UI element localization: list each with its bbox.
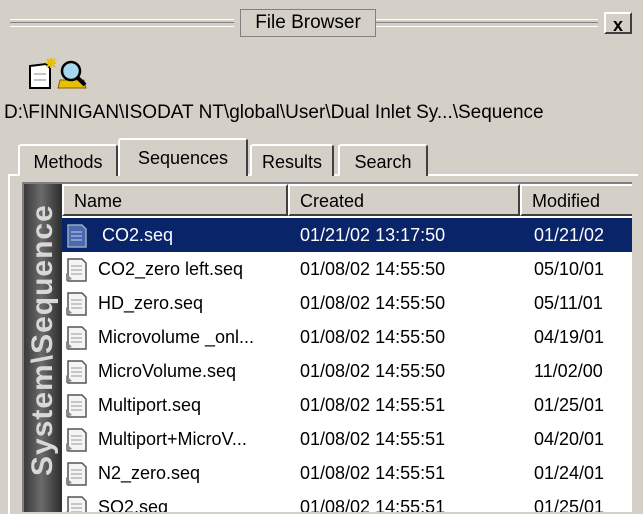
table-row[interactable]: Microvolume _onl... 01/08/02 14:55:50 04/1… [62,320,632,354]
tab-strip: Methods Sequences Results Search [18,136,638,176]
tab-methods[interactable]: Methods [18,144,118,176]
sequence-file-icon [64,359,92,385]
file-name: CO2_zero left.seq [98,259,244,279]
created-date: 01/08/02 14:55:51 [300,463,446,483]
title-grip-right[interactable] [376,19,598,27]
sequence-file-icon [64,325,92,351]
modified-date: 01/21/02 [534,218,605,252]
table-row[interactable]: Multiport.seq 01/08/02 14:55:51 01/25/01 [62,388,632,422]
sequence-file-icon [64,291,92,317]
file-name-cell[interactable]: HD_zero.seq [62,286,288,320]
file-name: Microvolume _onl... [98,327,255,347]
sequence-file-icon [64,495,92,512]
modified-date: 05/11/01 [534,293,603,313]
file-name-cell[interactable]: Multiport.seq [62,388,288,422]
modified-date: 04/20/01 [534,429,605,449]
file-name-cell[interactable]: N2_zero.seq [62,456,288,490]
sequence-file-icon [64,461,92,487]
file-name: CO2.seq [98,218,178,252]
new-file-icon[interactable] [24,56,60,92]
modified-date: 05/10/01 [534,259,605,279]
file-name-cell[interactable]: CO2.seq [62,218,288,252]
file-name-cell[interactable]: Microvolume _onl... [62,320,288,354]
file-name: SO2.seq [98,497,169,512]
sequence-file-icon [64,393,92,419]
file-name: N2_zero.seq [98,463,201,483]
table-row[interactable]: SO2.seq 01/08/02 14:55:51 01/25/01 [62,490,632,512]
modified-date: 01/24/01 [534,463,605,483]
file-name: HD_zero.seq [98,293,204,313]
tab-results[interactable]: Results [250,144,334,176]
table-row[interactable]: CO2.seq 01/21/02 13:17:50 01/21/02 [62,218,632,252]
sequence-file-icon [64,223,92,249]
file-name-cell[interactable]: MicroVolume.seq [62,354,288,388]
column-header-name[interactable]: Name [62,184,288,216]
window-title: File Browser [240,9,376,37]
file-name-cell[interactable]: Multiport+MicroV... [62,422,288,456]
file-list[interactable]: System\Sequence Name Created Modified CO… [22,182,632,512]
tab-search[interactable]: Search [338,144,428,176]
sequence-file-icon [64,257,92,283]
table-row[interactable]: CO2_zero left.seq 01/08/02 14:55:50 05/10/… [62,252,632,286]
tab-sequences[interactable]: Sequences [118,138,248,176]
current-path: D:\FINNIGAN\ISODAT NT\global\User\Dual I… [4,102,544,123]
created-date: 01/08/02 14:55:51 [300,395,446,415]
created-date: 01/08/02 14:55:50 [300,259,446,279]
file-name: Multiport+MicroV... [98,429,247,449]
created-date: 01/08/02 14:55:51 [300,497,446,512]
sequence-file-icon [64,427,92,453]
file-name: MicroVolume.seq [98,361,237,381]
sidebar-label: System\Sequence [26,204,59,476]
created-date: 01/08/02 14:55:51 [300,429,446,449]
created-date: 01/08/02 14:55:50 [300,293,446,313]
file-name-cell[interactable]: SO2.seq [62,490,288,512]
modified-date: 04/19/01 [534,327,605,347]
table-row[interactable]: N2_zero.seq 01/08/02 14:55:51 01/24/01 [62,456,632,490]
list-header: Name Created Modified [62,184,632,216]
column-header-modified[interactable]: Modified [520,184,632,216]
created-date: 01/08/02 14:55:50 [300,361,446,381]
created-date: 01/08/02 14:55:50 [300,327,446,347]
search-icon[interactable] [56,56,92,92]
column-header-created[interactable]: Created [288,184,520,216]
modified-date: 01/25/01 [534,497,605,512]
table-row[interactable]: HD_zero.seq 01/08/02 14:55:50 05/11/01 [62,286,632,320]
sidebar-banner: System\Sequence [24,184,62,512]
title-grip-left[interactable] [10,19,234,27]
window-title-bar[interactable]: File Browser x [4,8,639,38]
modified-date: 01/25/01 [534,395,605,415]
modified-date: 11/02/00 [534,361,603,381]
created-date: 01/21/02 13:17:50 [300,218,446,252]
table-row[interactable]: Multiport+MicroV... 01/08/02 14:55:51 04/2… [62,422,632,456]
file-name: Multiport.seq [98,395,202,415]
file-name-cell[interactable]: CO2_zero left.seq [62,252,288,286]
table-row[interactable]: MicroVolume.seq 01/08/02 14:55:50 11/02/00 [62,354,632,388]
close-button[interactable]: x [604,12,632,35]
